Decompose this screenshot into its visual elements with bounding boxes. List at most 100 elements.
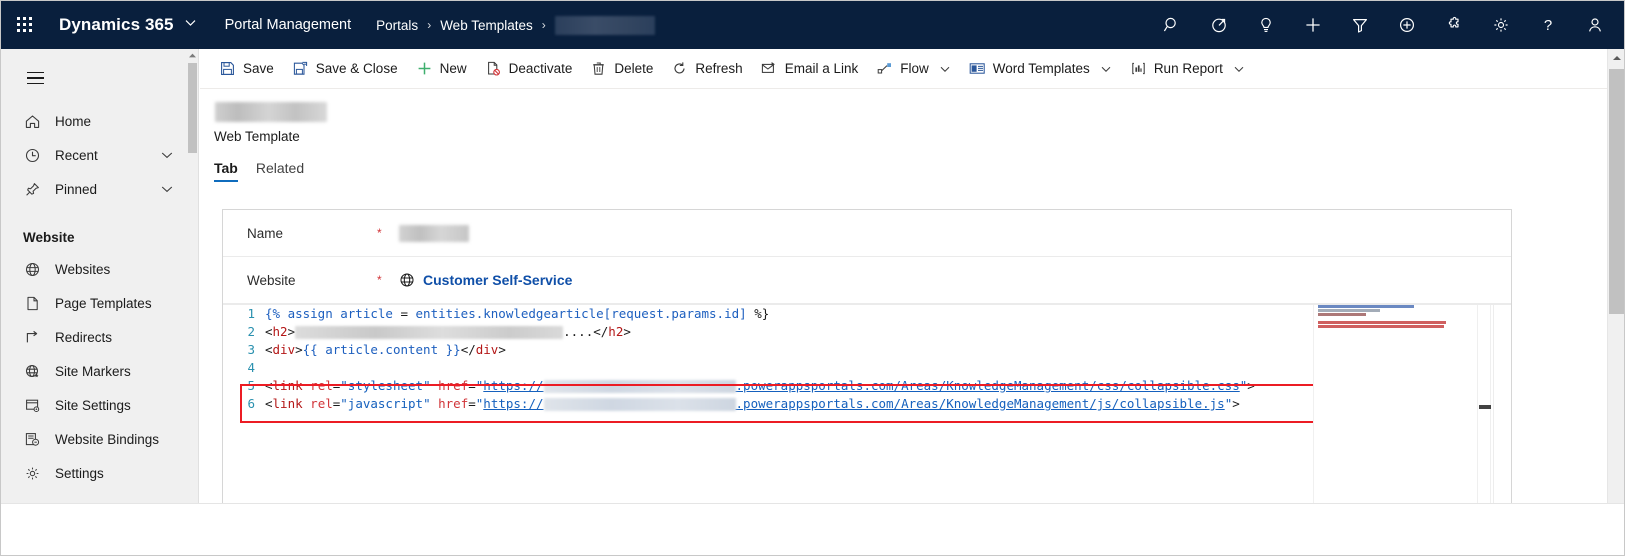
word-templates-button[interactable]: Word Templates bbox=[960, 49, 1121, 89]
sidebar-item-redirects[interactable]: Redirects bbox=[1, 320, 198, 354]
website-lookup-link[interactable]: Customer Self-Service bbox=[399, 272, 572, 288]
editor-scrollbar-thumb[interactable] bbox=[1479, 405, 1491, 409]
minimap-line bbox=[1318, 321, 1446, 324]
brand-title[interactable]: Dynamics 365 bbox=[59, 15, 174, 35]
pin-icon bbox=[23, 180, 42, 199]
sidebar-item-pinned[interactable]: Pinned bbox=[1, 172, 198, 206]
puzzle-icon[interactable] bbox=[1430, 1, 1477, 49]
save-button[interactable]: Save bbox=[210, 49, 283, 89]
page-scrollbar-thumb[interactable] bbox=[1609, 69, 1624, 314]
chevron-down-icon[interactable] bbox=[184, 16, 197, 34]
gear-icon[interactable] bbox=[1477, 1, 1524, 49]
filter-icon[interactable] bbox=[1336, 1, 1383, 49]
code-token: < bbox=[265, 324, 273, 339]
code-token: .powerappsportals.com/Areas/KnowledgeMan… bbox=[735, 378, 1240, 393]
sidebar-item-website-bindings[interactable]: Website Bindings bbox=[1, 422, 198, 456]
home-icon bbox=[23, 112, 42, 131]
code-area[interactable]: 1 {% assign article = entities.knowledgea… bbox=[223, 305, 1463, 503]
sidebar-item-site-markers[interactable]: Site Markers bbox=[1, 354, 198, 388]
refresh-button[interactable]: Refresh bbox=[662, 49, 751, 89]
scroll-up-arrow-icon[interactable] bbox=[1608, 49, 1624, 66]
search-icon[interactable] bbox=[1148, 1, 1195, 49]
flow-button[interactable]: Flow bbox=[867, 49, 960, 89]
minimap-line bbox=[1318, 309, 1380, 312]
breadcrumb-item-web-templates[interactable]: Web Templates bbox=[440, 18, 533, 33]
code-line[interactable]: 3 <div>{{ article.content }}</div> bbox=[223, 341, 1463, 359]
editor-scrollbar[interactable] bbox=[1477, 305, 1491, 503]
page-scrollbar[interactable] bbox=[1607, 49, 1624, 503]
window-gear-icon bbox=[23, 396, 42, 415]
sidebar-item-home[interactable]: Home bbox=[1, 104, 198, 138]
sidebar-item-label: Website Bindings bbox=[55, 431, 160, 447]
app-launcher-icon[interactable] bbox=[1, 1, 49, 49]
deactivate-button[interactable]: Deactivate bbox=[476, 49, 582, 89]
sidebar-item-websites[interactable]: Websites bbox=[1, 252, 198, 286]
chevron-down-icon[interactable] bbox=[939, 63, 951, 75]
chevron-down-icon[interactable] bbox=[1100, 63, 1112, 75]
code-content: <link rel="stylesheet" href="https://.po… bbox=[265, 377, 1255, 395]
redacted-text bbox=[543, 380, 736, 393]
minimap-line bbox=[1318, 313, 1366, 316]
plus-circle-icon[interactable] bbox=[1383, 1, 1430, 49]
scroll-up-arrow-icon[interactable] bbox=[187, 49, 198, 61]
code-line[interactable]: 4 bbox=[223, 359, 1463, 377]
globe-icon bbox=[399, 272, 415, 288]
chevron-down-icon[interactable] bbox=[160, 182, 174, 196]
breadcrumb-item-record-redacted[interactable] bbox=[554, 15, 655, 35]
code-minimap[interactable] bbox=[1313, 305, 1463, 503]
form-card: Name * Website * Customer Self-Service 1… bbox=[222, 209, 1512, 503]
code-token: link bbox=[272, 378, 303, 393]
code-token: "javascript" bbox=[340, 396, 431, 411]
app-name[interactable]: Portal Management bbox=[225, 17, 352, 33]
code-token: < bbox=[265, 396, 273, 411]
code-line[interactable]: 5 <link rel="stylesheet" href="https://.p… bbox=[223, 377, 1463, 395]
top-navigation-bar: Dynamics 365 Portal Management Portals ›… bbox=[1, 1, 1624, 49]
editor-right-gutter bbox=[1493, 305, 1511, 503]
chevron-down-icon[interactable] bbox=[1233, 63, 1245, 75]
website-lookup[interactable]: Customer Self-Service bbox=[399, 272, 572, 288]
new-button[interactable]: New bbox=[407, 49, 476, 89]
chevron-down-icon[interactable] bbox=[160, 148, 174, 162]
save-and-close-button[interactable]: Save & Close bbox=[283, 49, 407, 89]
sidebar-item-page-templates[interactable]: Page Templates bbox=[1, 286, 198, 320]
email-a-link-button[interactable]: Email a Link bbox=[752, 49, 868, 89]
flow-icon bbox=[876, 60, 893, 77]
tab-tab[interactable]: Tab bbox=[214, 160, 238, 182]
lightbulb-icon[interactable] bbox=[1242, 1, 1289, 49]
plus-icon[interactable] bbox=[1289, 1, 1336, 49]
save-close-icon bbox=[292, 60, 309, 77]
sidebar-item-label: Site Settings bbox=[55, 397, 131, 413]
line-number: 5 bbox=[247, 378, 255, 393]
help-icon[interactable]: ? bbox=[1524, 1, 1571, 49]
code-token: href bbox=[438, 396, 469, 411]
line-number: 4 bbox=[247, 360, 255, 375]
redacted-text bbox=[295, 326, 564, 339]
code-token: </ bbox=[460, 342, 476, 357]
code-line[interactable]: 1 {% assign article = entities.knowledgea… bbox=[223, 305, 1463, 323]
email-link-icon bbox=[761, 60, 778, 77]
sidebar-item-recent[interactable]: Recent bbox=[1, 138, 198, 172]
tab-related[interactable]: Related bbox=[256, 160, 304, 182]
breadcrumb-item-portals[interactable]: Portals bbox=[376, 18, 418, 33]
code-token: h2 bbox=[608, 324, 624, 339]
sidebar-scrollbar[interactable] bbox=[187, 49, 198, 503]
user-avatar-icon[interactable] bbox=[1571, 1, 1618, 49]
code-line[interactable]: 6 <link rel="javascript" href="https://.p… bbox=[223, 395, 1463, 413]
delete-button[interactable]: Delete bbox=[581, 49, 662, 89]
sidebar-item-settings[interactable]: Settings bbox=[1, 456, 198, 490]
field-label: Website bbox=[247, 272, 296, 288]
name-input[interactable] bbox=[399, 224, 469, 242]
sidebar-item-site-settings[interactable]: Site Settings bbox=[1, 388, 198, 422]
main-content: Save Save & Close New Deactivate Delete … bbox=[200, 49, 1624, 503]
sidebar-scrollbar-thumb[interactable] bbox=[188, 63, 197, 153]
top-navigation-actions: ? bbox=[1148, 1, 1624, 49]
hamburger-menu-icon[interactable] bbox=[13, 58, 57, 98]
breadcrumb-separator: › bbox=[541, 18, 546, 32]
code-content: <h2> ....</h2> bbox=[265, 323, 631, 341]
diagnostics-icon[interactable] bbox=[1195, 1, 1242, 49]
run-report-button[interactable]: Run Report bbox=[1121, 49, 1254, 89]
field-row-name: Name * bbox=[223, 210, 1511, 257]
breadcrumb: Portals › Web Templates › bbox=[376, 15, 655, 35]
code-token: h2 bbox=[272, 324, 288, 339]
code-line[interactable]: 2 <h2> ....</h2> bbox=[223, 323, 1463, 341]
